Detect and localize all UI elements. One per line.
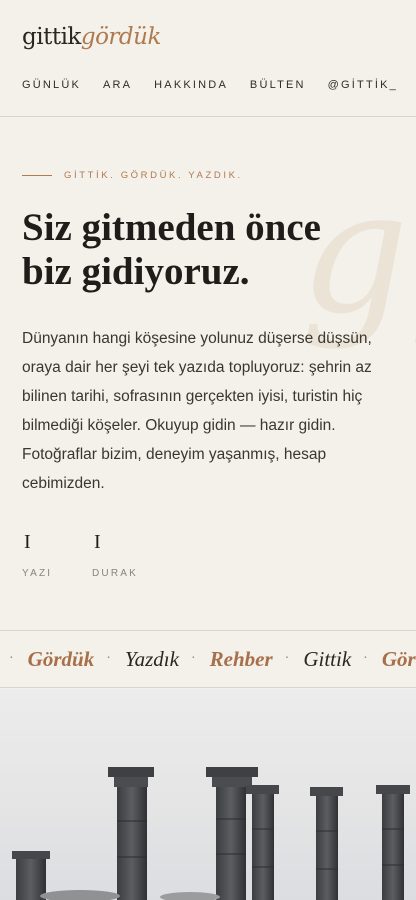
ticker-separator: · (363, 651, 368, 666)
hero-photo-ancient-columns (0, 689, 416, 900)
nav-item-gunluk[interactable]: GÜNLÜK (22, 79, 81, 91)
ticker-word: Gittik (303, 646, 352, 671)
columns-illustration (12, 767, 410, 900)
ticker-word: Rehber (209, 646, 273, 671)
hero-eyebrow: GİTTİK. GÖRDÜK. YAZDIK. (22, 170, 243, 181)
column-shape (376, 785, 410, 900)
eyebrow-rule (22, 175, 52, 176)
ticker-separator: · (9, 651, 14, 666)
hero-lead-paragraph: Dünyanın hangi köşesine yolunuz düşerse … (22, 330, 372, 492)
ticker-word: Gördük (381, 646, 416, 671)
stat-yazi-value: I (24, 531, 31, 553)
nav-item-ara[interactable]: ARA (103, 79, 132, 91)
ticker-track: · Gördük · Yazdık · Rehber · Gittik · Gö… (0, 631, 416, 687)
ticker-separator: · (190, 651, 196, 666)
hero-title: Siz gitmeden önce biz gidiyoruz. (22, 206, 392, 294)
column-shape (108, 767, 154, 900)
hero-title-line2: biz gidiyoruz. (22, 250, 250, 293)
hero-section: gg GİTTİK. GÖRDÜK. YAZDIK. Siz gitmeden … (0, 118, 416, 630)
column-shape (310, 787, 343, 900)
stat-yazi: I YAZI (22, 530, 92, 579)
stat-durak-label: DURAK (92, 568, 139, 579)
stat-durak: I DURAK (92, 530, 162, 579)
ticker-word: Gördük (27, 646, 95, 671)
logo-text-accent: gördük (80, 24, 162, 50)
eyebrow-text: GİTTİK. GÖRDÜK. YAZDIK. (64, 170, 243, 181)
nav-item-social-handle[interactable]: @GİTTİK_ (328, 79, 398, 91)
column-shape (246, 785, 279, 900)
column-shape (12, 851, 50, 900)
hero-title-line1: Siz gitmeden önce (22, 206, 321, 249)
logo-text-primary: gittik (22, 24, 81, 50)
stat-yazi-label: YAZI (22, 568, 53, 579)
site-logo[interactable]: gittikgördük (22, 24, 161, 50)
site-header: gittikgördük GÜNLÜK ARA HAKKINDA BÜLTEN … (0, 0, 416, 117)
ticker-separator: · (106, 651, 111, 666)
nav-item-bulten[interactable]: BÜLTEN (250, 79, 306, 91)
stat-durak-value: I (94, 531, 101, 553)
main-nav: GÜNLÜK ARA HAKKINDA BÜLTEN @GİTTİK_ (22, 79, 398, 91)
ticker-word: Yazdık (124, 646, 179, 671)
ticker-separator: · (284, 651, 290, 666)
hero-stats: I YAZI I DURAK (22, 530, 162, 579)
nav-item-hakkinda[interactable]: HAKKINDA (154, 79, 228, 91)
marquee-ticker: · Gördük · Yazdık · Rehber · Gittik · Gö… (0, 630, 416, 688)
